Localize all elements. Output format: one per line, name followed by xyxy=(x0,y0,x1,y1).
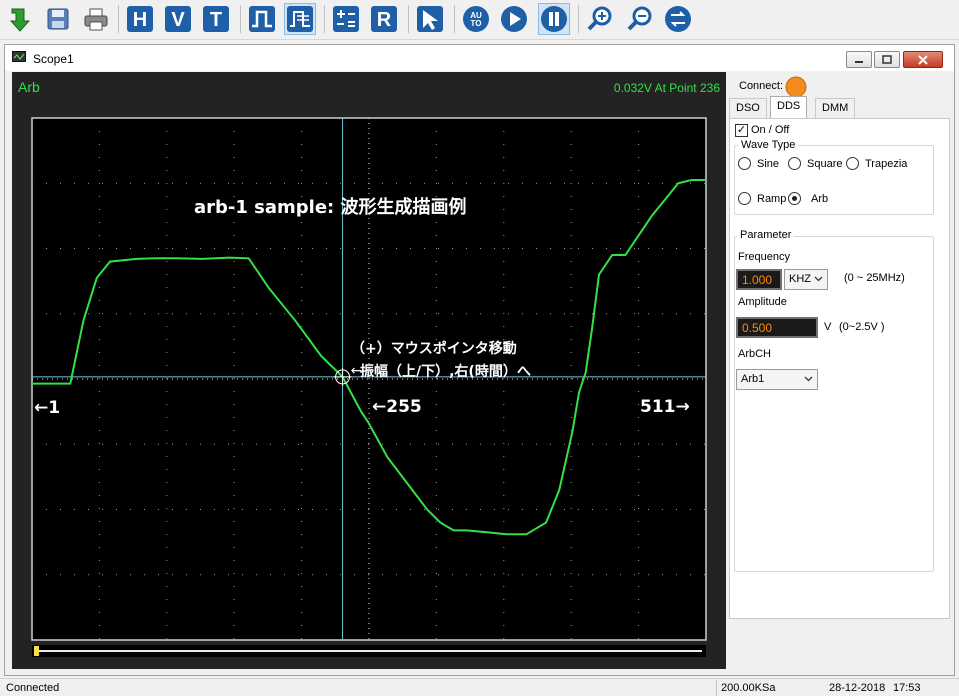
pause-button[interactable] xyxy=(538,3,570,35)
status-time: 17:53 xyxy=(893,682,921,694)
window-titlebar: Scope1 xyxy=(5,45,954,71)
on-off-checkbox[interactable]: ✓ xyxy=(735,124,748,137)
close-button[interactable] xyxy=(903,51,943,68)
control-panel: Connect: DSO DDS DMM ✓ On / Off Wave Typ… xyxy=(729,72,950,669)
window-title: Scope1 xyxy=(33,52,74,66)
tab-dso[interactable]: DSO xyxy=(729,98,767,118)
annotation-line2: 振幅（上/下）,右(時間）へ xyxy=(360,363,531,380)
marker-mid-label: ←255 xyxy=(372,397,422,417)
pause-icon xyxy=(541,6,567,32)
marker-right-label: 511→ xyxy=(640,397,690,417)
v-cursor-button[interactable]: V xyxy=(162,3,194,35)
connect-label: Connect: xyxy=(739,80,784,92)
marker-left-label: ←1 xyxy=(34,398,60,418)
radio-sine-label: Sine xyxy=(757,158,780,170)
maximize-icon xyxy=(882,54,892,64)
radio-trapezia-label: Trapezia xyxy=(865,158,908,170)
connect-indicator[interactable] xyxy=(785,76,807,98)
tab-dmm[interactable]: DMM xyxy=(815,98,856,118)
swap-icon xyxy=(665,6,691,32)
minimize-button[interactable] xyxy=(846,51,872,68)
zoom-out-icon xyxy=(627,6,652,31)
save-icon xyxy=(47,8,69,30)
amplitude-label: Amplitude xyxy=(738,296,787,308)
svg-text:V: V xyxy=(171,9,185,31)
amplitude-input[interactable]: 0.500 xyxy=(736,317,818,338)
radio-arb-label: Arb xyxy=(811,193,829,205)
t-cursor-icon: T xyxy=(203,6,229,32)
amplitude-unit: V xyxy=(824,321,832,333)
radio-square[interactable] xyxy=(788,157,801,170)
time-scroll-marker[interactable] xyxy=(34,646,39,656)
radio-arb[interactable] xyxy=(788,192,801,205)
pointer-button[interactable] xyxy=(414,3,446,35)
arbch-label: ArbCH xyxy=(738,348,772,360)
radio-ramp-label: Ramp xyxy=(757,193,787,205)
waveform-edit-icon xyxy=(287,6,313,32)
annotation-title: arb-1 sample: 波形生成描画例 xyxy=(194,196,467,218)
app-icon xyxy=(12,51,26,62)
radio-trapezia[interactable] xyxy=(846,157,859,170)
auto-button[interactable]: AU TO xyxy=(460,3,492,35)
auto-icon: AUTO xyxy=(463,6,489,32)
svg-text:TO: TO xyxy=(471,19,482,28)
scope-display[interactable]: ← arb-1 sample: 波形生成描画例 （+）マウスポインタ移動 振幅（… xyxy=(12,72,726,669)
scope-panel: ← arb-1 sample: 波形生成描画例 （+）マウスポインタ移動 振幅（… xyxy=(12,72,726,669)
toolbar: H V T R AU TO xyxy=(0,0,959,40)
radio-ramp[interactable] xyxy=(738,192,751,205)
dds-tab-content: ✓ On / Off Wave Type Sine Square Trapezi… xyxy=(729,118,950,619)
on-off-label: On / Off xyxy=(751,124,790,136)
svg-text:H: H xyxy=(133,9,147,31)
import-button[interactable] xyxy=(4,3,36,35)
channel-label: Arb xyxy=(18,79,40,95)
status-date: 28-12-2018 xyxy=(829,682,886,694)
swap-button[interactable] xyxy=(662,3,694,35)
status-sample-rate: 200.00KSa xyxy=(721,682,776,694)
close-icon xyxy=(918,54,928,65)
r-icon: R xyxy=(371,6,397,32)
parameter-title: Parameter xyxy=(737,229,795,241)
frequency-input[interactable]: 1.000 xyxy=(736,269,782,290)
h-cursor-button[interactable]: H xyxy=(124,3,156,35)
chevron-down-icon xyxy=(814,276,823,282)
tab-dds[interactable]: DDS xyxy=(770,96,808,118)
minimize-icon xyxy=(855,60,863,63)
annotation-line1: （+）マウスポインタ移動 xyxy=(351,340,517,357)
chevron-down-icon xyxy=(804,376,813,382)
radio-square-label: Square xyxy=(807,158,843,170)
pointer-icon xyxy=(417,6,443,32)
pulse-icon xyxy=(249,6,275,32)
wave-type-title: Wave Type xyxy=(738,139,799,151)
frequency-range: (0 ~ 25MHz) xyxy=(844,272,905,284)
amplitude-range: (0~2.5V ) xyxy=(839,321,885,333)
math-button[interactable] xyxy=(330,3,362,35)
pulse-button[interactable] xyxy=(246,3,278,35)
radio-sine[interactable] xyxy=(738,157,751,170)
frequency-label: Frequency xyxy=(738,251,790,263)
v-cursor-icon: V xyxy=(165,6,191,32)
import-icon xyxy=(9,8,31,32)
t-cursor-button[interactable]: T xyxy=(200,3,232,35)
frequency-unit-select[interactable]: KHZ xyxy=(784,269,828,290)
status-bar: Connected 200.00KSa 28-12-2018 17:53 xyxy=(0,678,959,696)
waveform-edit-button[interactable] xyxy=(284,3,316,35)
svg-text:T: T xyxy=(210,9,222,31)
h-cursor-icon: H xyxy=(127,6,153,32)
print-icon xyxy=(84,8,108,31)
svg-text:R: R xyxy=(377,9,392,31)
print-button[interactable] xyxy=(80,3,112,35)
arbch-select[interactable]: Arb1 xyxy=(736,369,818,390)
zoom-in-icon xyxy=(587,6,612,31)
r-button[interactable]: R xyxy=(368,3,400,35)
run-button[interactable] xyxy=(498,3,530,35)
zoom-out-button[interactable] xyxy=(624,3,656,35)
status-connection: Connected xyxy=(6,682,60,694)
cursor-readout: 0.032V At Point 236 xyxy=(613,81,720,95)
math-icon xyxy=(333,6,359,32)
zoom-in-button[interactable] xyxy=(584,3,616,35)
run-icon xyxy=(501,6,527,32)
scope-window: Scope1 ← arb-1 sample: 波形生成描画例 （+）マウスポイン… xyxy=(4,44,955,676)
maximize-button[interactable] xyxy=(874,51,900,68)
save-button[interactable] xyxy=(42,3,74,35)
